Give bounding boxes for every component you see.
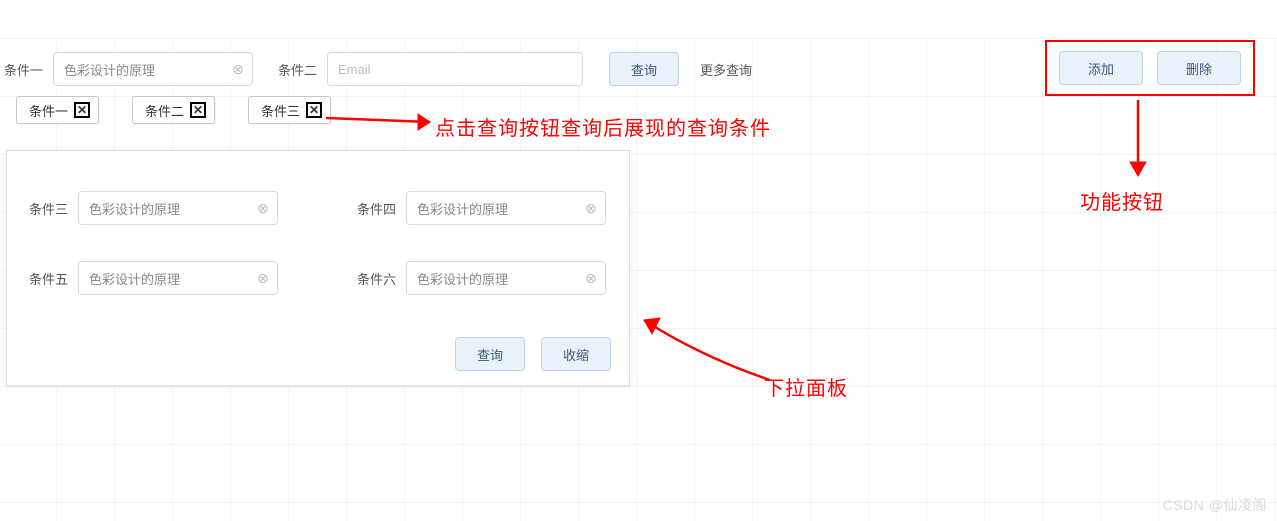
clear-icon[interactable]: ⊗ <box>583 270 599 286</box>
tag-label: 条件一 <box>29 101 68 120</box>
field-condition-1: 条件一 色彩设计的原理 ⊗ <box>4 52 253 86</box>
panel-field-label: 条件五 <box>29 269 68 288</box>
panel-actions: 查询 收缩 <box>455 337 611 371</box>
dropdown-panel: 条件三 色彩设计的原理 ⊗ 条件四 色彩设计的原理 ⊗ 条件五 色彩设计的原理 … <box>6 150 630 386</box>
tag-chip[interactable]: 条件一 ✕ <box>16 96 99 124</box>
field1-label: 条件一 <box>4 60 43 79</box>
panel-field-input[interactable]: 色彩设计的原理 ⊗ <box>78 261 278 295</box>
tag-chip[interactable]: 条件三 ✕ <box>248 96 331 124</box>
panel-field-value: 色彩设计的原理 <box>89 269 180 288</box>
panel-field-label: 条件三 <box>29 199 68 218</box>
clear-icon[interactable]: ⊗ <box>583 200 599 216</box>
clear-icon[interactable]: ⊗ <box>255 270 271 286</box>
annotation-arrow <box>630 310 780 400</box>
panel-field-input[interactable]: 色彩设计的原理 ⊗ <box>406 191 606 225</box>
panel-field-value: 色彩设计的原理 <box>417 199 508 218</box>
annotation-query-chips: 点击查询按钮查询后展现的查询条件 <box>435 112 771 141</box>
tag-chip[interactable]: 条件二 ✕ <box>132 96 215 124</box>
field1-input[interactable]: 色彩设计的原理 ⊗ <box>53 52 253 86</box>
panel-query-button[interactable]: 查询 <box>455 337 525 371</box>
delete-button[interactable]: 删除 <box>1157 51 1241 85</box>
panel-field: 条件三 色彩设计的原理 ⊗ <box>29 191 278 225</box>
panel-field-value: 色彩设计的原理 <box>417 269 508 288</box>
panel-field-label: 条件六 <box>357 269 396 288</box>
close-icon[interactable]: ✕ <box>74 102 90 118</box>
field1-value: 色彩设计的原理 <box>64 60 155 79</box>
panel-field: 条件五 色彩设计的原理 ⊗ <box>29 261 278 295</box>
annotation-dropdown-panel: 下拉面板 <box>764 372 848 401</box>
field2-input[interactable]: Email <box>327 52 583 86</box>
tag-label: 条件二 <box>145 101 184 120</box>
close-icon[interactable]: ✕ <box>306 102 322 118</box>
action-button-group: 添加 删除 <box>1045 40 1255 96</box>
field2-label: 条件二 <box>278 60 317 79</box>
annotation-arrow <box>318 100 448 140</box>
panel-field-input[interactable]: 色彩设计的原理 ⊗ <box>406 261 606 295</box>
annotation-arrow <box>1118 96 1158 184</box>
more-query-link[interactable]: 更多查询 <box>700 60 752 79</box>
field2-placeholder: Email <box>338 62 371 77</box>
panel-field: 条件六 色彩设计的原理 ⊗ <box>357 261 606 295</box>
query-button[interactable]: 查询 <box>609 52 679 86</box>
field-condition-2: 条件二 Email <box>278 52 583 86</box>
add-button[interactable]: 添加 <box>1059 51 1143 85</box>
top-strip <box>0 0 1277 38</box>
panel-field-input[interactable]: 色彩设计的原理 ⊗ <box>78 191 278 225</box>
close-icon[interactable]: ✕ <box>190 102 206 118</box>
panel-field: 条件四 色彩设计的原理 ⊗ <box>357 191 606 225</box>
clear-icon[interactable]: ⊗ <box>230 61 246 77</box>
panel-field-label: 条件四 <box>357 199 396 218</box>
tag-label: 条件三 <box>261 101 300 120</box>
clear-icon[interactable]: ⊗ <box>255 200 271 216</box>
watermark: CSDN @仙凌阁 <box>1163 495 1267 515</box>
panel-collapse-button[interactable]: 收缩 <box>541 337 611 371</box>
panel-field-value: 色彩设计的原理 <box>89 199 180 218</box>
annotation-action-buttons: 功能按钮 <box>1080 186 1164 215</box>
